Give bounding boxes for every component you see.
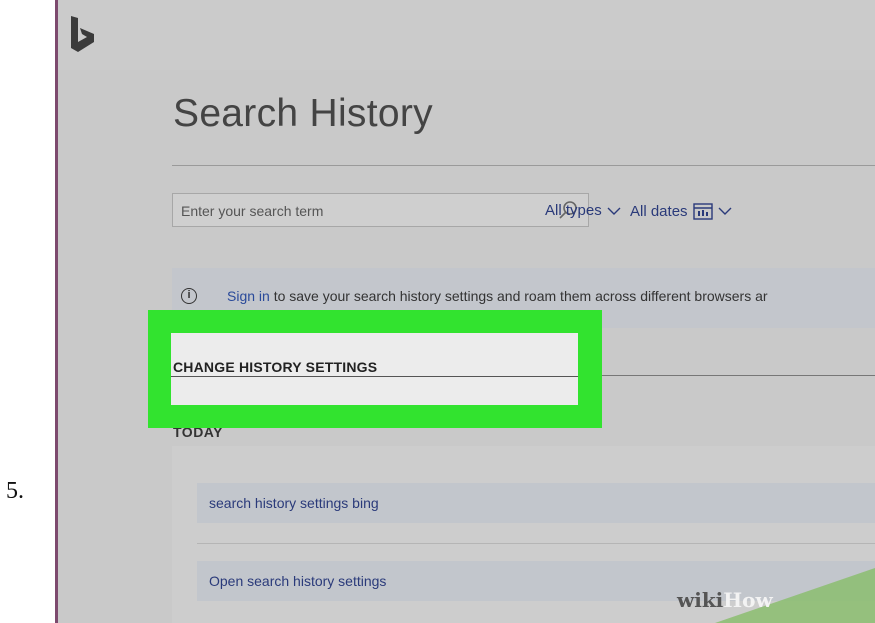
search-box[interactable] xyxy=(172,193,589,227)
top-bar xyxy=(55,0,875,70)
page-title: Search History xyxy=(173,92,433,135)
history-item[interactable]: search history settings bing xyxy=(197,483,875,523)
browser-frame: Search History All types All dates i Sig… xyxy=(55,0,875,623)
info-message: Sign in to save your search history sett… xyxy=(227,288,768,304)
watermark-how: How xyxy=(723,588,773,612)
divider xyxy=(172,165,875,166)
type-filter-dropdown[interactable]: All types xyxy=(545,202,621,219)
highlight-box: CHANGE HISTORY SETTINGS xyxy=(148,310,602,428)
frame-edge xyxy=(55,0,58,623)
divider xyxy=(197,543,875,544)
bing-logo[interactable] xyxy=(69,14,97,54)
step-number: 5. xyxy=(6,478,24,504)
wikihow-watermark: wikiHow xyxy=(677,588,773,612)
chevron-down-icon xyxy=(718,207,732,215)
date-filter-label: All dates xyxy=(630,202,688,220)
type-filter-label: All types xyxy=(545,202,602,219)
change-history-settings-heading[interactable]: CHANGE HISTORY SETTINGS xyxy=(173,359,377,375)
calendar-icon xyxy=(692,203,713,220)
info-icon: i xyxy=(181,288,197,304)
info-message-text: to save your search history settings and… xyxy=(269,288,768,304)
change-history-settings-panel[interactable]: CHANGE HISTORY SETTINGS xyxy=(171,333,578,405)
watermark-wiki: wiki xyxy=(677,588,724,612)
search-input[interactable] xyxy=(181,202,501,220)
chevron-down-icon xyxy=(607,207,621,215)
sign-in-link[interactable]: Sign in xyxy=(227,288,270,304)
divider xyxy=(171,376,578,377)
date-filter-dropdown[interactable]: All dates xyxy=(630,202,732,220)
